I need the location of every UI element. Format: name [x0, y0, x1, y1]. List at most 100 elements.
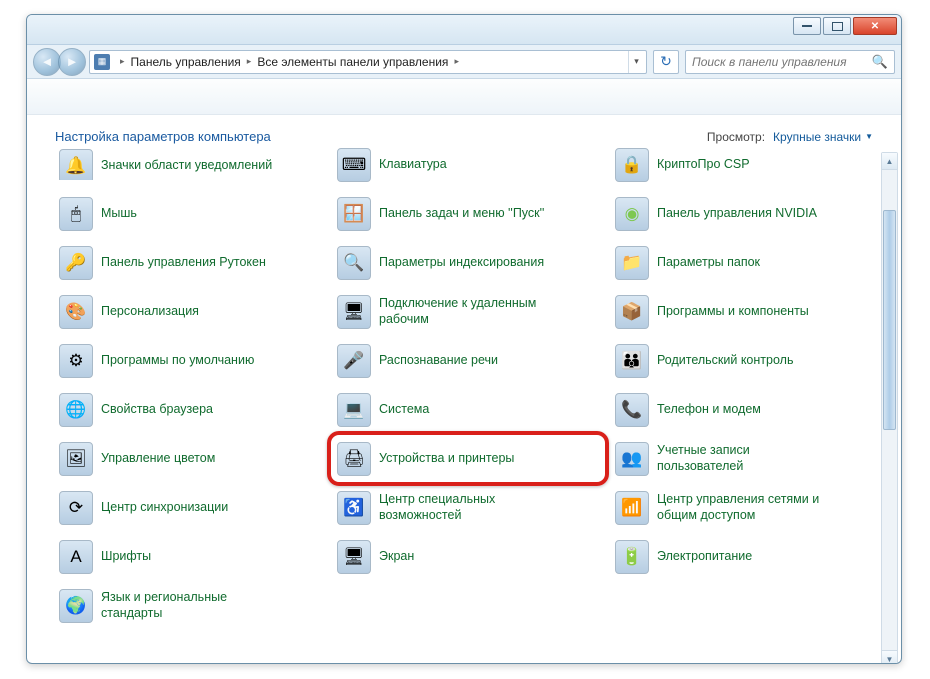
system-icon: 💻	[337, 393, 371, 427]
default-programs-icon: ⚙	[59, 344, 93, 378]
cp-item-programs[interactable]: 📦 Программы и компоненты	[611, 287, 879, 336]
keyboard-icon: ⌨	[337, 148, 371, 182]
fonts-icon: A	[59, 540, 93, 574]
cp-item-notify-icons[interactable]: 🔔Значки области уведомлений	[55, 148, 323, 180]
sync-center-icon: ⟳	[59, 491, 93, 525]
back-button[interactable]: ◄	[33, 48, 61, 76]
minimize-button[interactable]	[793, 17, 821, 35]
browser-props-icon: 🌐	[59, 393, 93, 427]
cp-item-label: Программы по умолчанию	[101, 353, 254, 369]
control-panel-window: ◄ ► ▦ ▸ Панель управления ▸ Все элементы…	[26, 14, 902, 664]
cp-item-users[interactable]: 👥Учетные записи пользователей	[611, 434, 879, 483]
folder-opts-icon: 📁	[615, 246, 649, 280]
cp-item-indexing[interactable]: 🔍Параметры индексирования	[333, 238, 601, 287]
cp-item-label: Система	[379, 402, 429, 418]
cp-item-display[interactable]: 🖥 Экран	[333, 532, 601, 581]
devices-icon: 🖨	[337, 442, 371, 476]
cp-item-cryptopro[interactable]: 🔒КриптоПро CSP	[611, 148, 879, 189]
close-button[interactable]	[853, 17, 897, 35]
cp-item-speech[interactable]: 🎤 Распознавание речи	[333, 336, 601, 385]
scroll-down-button[interactable]: ▼	[882, 650, 897, 664]
cp-item-personalization[interactable]: 🎨 Персонализация	[55, 287, 323, 336]
cp-item-taskbar[interactable]: 🪟Панель задач и меню ''Пуск''	[333, 189, 601, 238]
titlebar	[27, 15, 901, 45]
page-title: Настройка параметров компьютера	[55, 129, 707, 144]
cp-item-label: Экран	[379, 549, 414, 565]
cp-item-system[interactable]: 💻 Система	[333, 385, 601, 434]
navigation-bar: ◄ ► ▦ ▸ Панель управления ▸ Все элементы…	[27, 45, 901, 79]
cp-item-rutoken[interactable]: 🔑 Панель управления Рутокен	[55, 238, 323, 287]
cp-item-label: Панель управления Рутокен	[101, 255, 266, 271]
items-grid: 🔔Значки области уведомлений ⌨ Клавиатура 🔒К…	[55, 148, 879, 630]
address-dropdown[interactable]: ▾	[628, 51, 644, 73]
cp-item-label: Шрифты	[101, 549, 151, 565]
view-select[interactable]: Крупные значки ▼	[773, 130, 873, 144]
phone-icon: 📞	[615, 393, 649, 427]
chevron-right-icon: ▸	[116, 56, 129, 67]
chevron-down-icon: ▼	[865, 132, 873, 141]
scroll-track[interactable]	[882, 170, 897, 650]
search-box[interactable]: 🔍	[685, 50, 895, 74]
cp-item-mouse[interactable]: 🖱Мышь	[55, 189, 323, 238]
display-icon: 🖥	[337, 540, 371, 574]
cp-item-default-programs[interactable]: ⚙ Программы по умолчанию	[55, 336, 323, 385]
cp-item-remote[interactable]: 🖥Подключение к удаленным рабочим	[333, 287, 601, 336]
cp-item-region[interactable]: 🌍 Язык и региональные стандарты	[55, 581, 323, 630]
breadcrumb-all-items[interactable]: Все элементы панели управления	[255, 55, 450, 69]
programs-icon: 📦	[615, 295, 649, 329]
cp-item-label: Учетные записи пользователей	[657, 443, 832, 474]
forward-button[interactable]: ►	[58, 48, 86, 76]
cp-item-browser-props[interactable]: 🌐 Свойства браузера	[55, 385, 323, 434]
cp-item-folder-opts[interactable]: 📁Параметры папок	[611, 238, 879, 287]
cp-item-power[interactable]: 🔋 Электропитание	[611, 532, 879, 581]
chevron-right-icon: ▸	[450, 56, 463, 67]
cp-item-label: Клавиатура	[379, 157, 447, 173]
cp-item-label: Персонализация	[101, 304, 199, 320]
personalization-icon: 🎨	[59, 295, 93, 329]
power-icon: 🔋	[615, 540, 649, 574]
cp-item-label: Телефон и модем	[657, 402, 761, 418]
maximize-button[interactable]	[823, 17, 851, 35]
view-label: Просмотр:	[707, 130, 765, 144]
cp-item-label: Центр синхронизации	[101, 500, 228, 516]
color-mgmt-icon: 🖼	[59, 442, 93, 476]
cp-item-phone[interactable]: 📞 Телефон и модем	[611, 385, 879, 434]
cp-item-label: Программы и компоненты	[657, 304, 809, 320]
cp-item-label: Электропитание	[657, 549, 752, 565]
ease-access-icon: ♿	[337, 491, 371, 525]
cp-item-sync-center[interactable]: ⟳ Центр синхронизации	[55, 483, 323, 532]
toolbar	[27, 79, 901, 115]
view-value: Крупные значки	[773, 130, 861, 144]
remote-icon: 🖥	[337, 295, 371, 329]
address-bar[interactable]: ▦ ▸ Панель управления ▸ Все элементы пан…	[89, 50, 647, 74]
cp-item-fonts[interactable]: A Шрифты	[55, 532, 323, 581]
nav-buttons: ◄ ►	[33, 48, 83, 76]
cp-item-keyboard[interactable]: ⌨ Клавиатура	[333, 148, 601, 189]
refresh-button[interactable]: ↻	[653, 50, 679, 74]
taskbar-icon: 🪟	[337, 197, 371, 231]
cp-item-ease-access[interactable]: ♿Центр специальных возможностей	[333, 483, 601, 532]
cp-item-nvidia[interactable]: ◉ Панель управления NVIDIA	[611, 189, 879, 238]
cp-item-devices[interactable]: 🖨Устройства и принтеры	[333, 434, 601, 483]
cp-item-label: Управление цветом	[101, 451, 215, 467]
region-icon: 🌍	[59, 589, 93, 623]
cp-item-color-mgmt[interactable]: 🖼 Управление цветом	[55, 434, 323, 483]
nvidia-icon: ◉	[615, 197, 649, 231]
scrollbar[interactable]: ▲ ▼	[881, 152, 898, 664]
control-panel-icon: ▦	[94, 54, 110, 70]
cp-item-label: Язык и региональные стандарты	[101, 590, 276, 621]
cp-item-network[interactable]: 📶Центр управления сетями и общим доступо…	[611, 483, 879, 532]
scroll-thumb[interactable]	[883, 210, 896, 430]
rutoken-icon: 🔑	[59, 246, 93, 280]
search-input[interactable]	[692, 55, 872, 69]
cp-item-label: Панель управления NVIDIA	[657, 206, 817, 222]
cp-item-parental[interactable]: 👪Родительский контроль	[611, 336, 879, 385]
cp-item-label: Распознавание речи	[379, 353, 498, 369]
cryptopro-icon: 🔒	[615, 148, 649, 182]
speech-icon: 🎤	[337, 344, 371, 378]
breadcrumb-root[interactable]: Панель управления	[129, 55, 243, 69]
notify-icons-icon: 🔔	[59, 149, 93, 180]
cp-item-label: Свойства браузера	[101, 402, 213, 418]
indexing-icon: 🔍	[337, 246, 371, 280]
scroll-up-button[interactable]: ▲	[882, 153, 897, 170]
